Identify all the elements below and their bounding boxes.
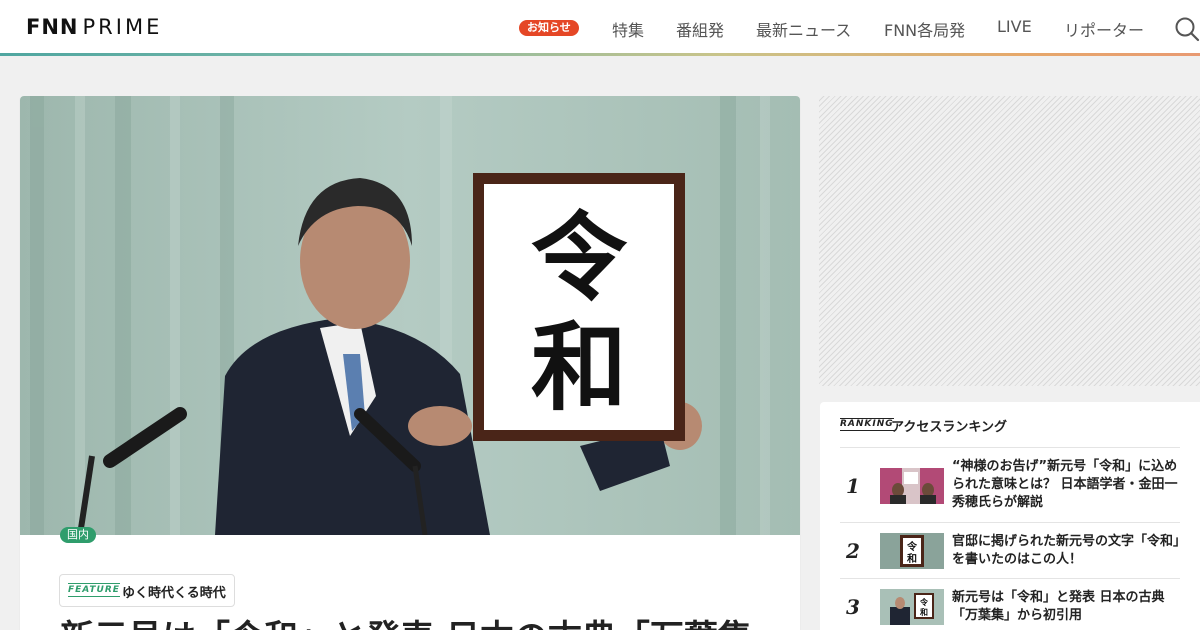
- sign-character-1: 令: [531, 201, 628, 314]
- ranking-item-title: 官邸に掲げられた新元号の文字「令和」を書いたのはこの人！: [952, 534, 1180, 567]
- notice-button[interactable]: お知らせ: [519, 20, 579, 36]
- feature-name: ゆく時代くる時代: [122, 586, 226, 601]
- ranking-item-title: “神様のお告げ”新元号「令和」に込められた意味とは？ 日本語学者・金田一秀穂氏ら…: [952, 459, 1178, 510]
- top-article-card[interactable]: 令 和 国内 FEATURE ゆく時代くる時代 新元号は「令和」と発表 日本の古…: [20, 96, 800, 630]
- svg-text:令: 令: [919, 597, 929, 607]
- nav-item-fnn-stations[interactable]: FNN各局発: [884, 17, 965, 41]
- ranking-thumbnail: 令 和: [880, 533, 944, 569]
- ranking-item-title: 新元号は「令和」と発表 日本の古典「万葉集」から初引用: [952, 590, 1165, 623]
- header-gradient-bar: [0, 53, 1200, 56]
- nav-item-feature[interactable]: 特集: [612, 17, 644, 41]
- category-badge[interactable]: 国内: [60, 527, 96, 543]
- nav-item-latest-news[interactable]: 最新ニュース: [756, 17, 851, 41]
- site-header: FNN PRIME お知らせ 特集 番組発 最新ニュース FNN各局発 LIVE …: [0, 0, 1200, 53]
- feature-label: FEATURE: [68, 583, 120, 597]
- article-headline[interactable]: 新元号は「令和」と発表 日本の古典「万葉集: [60, 616, 780, 630]
- ranking-label: RANKING: [840, 418, 894, 431]
- hero-image[interactable]: 令 和: [20, 96, 800, 535]
- nav-item-live[interactable]: LIVE: [997, 17, 1032, 36]
- nav-item-reporters[interactable]: リポーター: [1064, 17, 1144, 41]
- feature-tag[interactable]: FEATURE ゆく時代くる時代: [59, 574, 235, 607]
- rank-number: 3: [846, 595, 860, 619]
- svg-text:令: 令: [906, 540, 918, 553]
- sign-character-2: 和: [531, 311, 627, 424]
- ranking-thumbnail: 令 和: [880, 589, 944, 625]
- svg-text:和: 和: [906, 552, 917, 565]
- logo-main: FNN: [26, 15, 79, 39]
- logo-sub: PRIME: [82, 15, 163, 39]
- rank-number: 1: [846, 474, 860, 498]
- ranking-title: アクセスランキング: [891, 420, 1007, 435]
- rank-number: 2: [846, 539, 860, 563]
- site-logo[interactable]: FNN PRIME: [26, 15, 162, 39]
- ranking-item-3[interactable]: 3 令 和 新元号は「令和」と発表 日本の古典「万葉集」から初引用: [840, 578, 1180, 630]
- ad-placeholder: [819, 96, 1200, 386]
- ranking-item-2[interactable]: 2 令 和 官邸に掲げられた新元号の文字「令和」を書いたのはこの人！: [840, 522, 1180, 578]
- nav-item-programs[interactable]: 番組発: [676, 17, 724, 41]
- ranking-panel: RANKING アクセスランキング 1 “神様のお告げ”新元号「令和」に込められ…: [820, 402, 1200, 630]
- svg-text:和: 和: [920, 607, 928, 617]
- ranking-thumbnail: [880, 468, 944, 504]
- ranking-item-1[interactable]: 1 “神様のお告げ”新元号「令和」に込められた意味とは？ 日本語学者・金田一秀穂…: [840, 447, 1180, 522]
- search-icon[interactable]: [1174, 16, 1200, 42]
